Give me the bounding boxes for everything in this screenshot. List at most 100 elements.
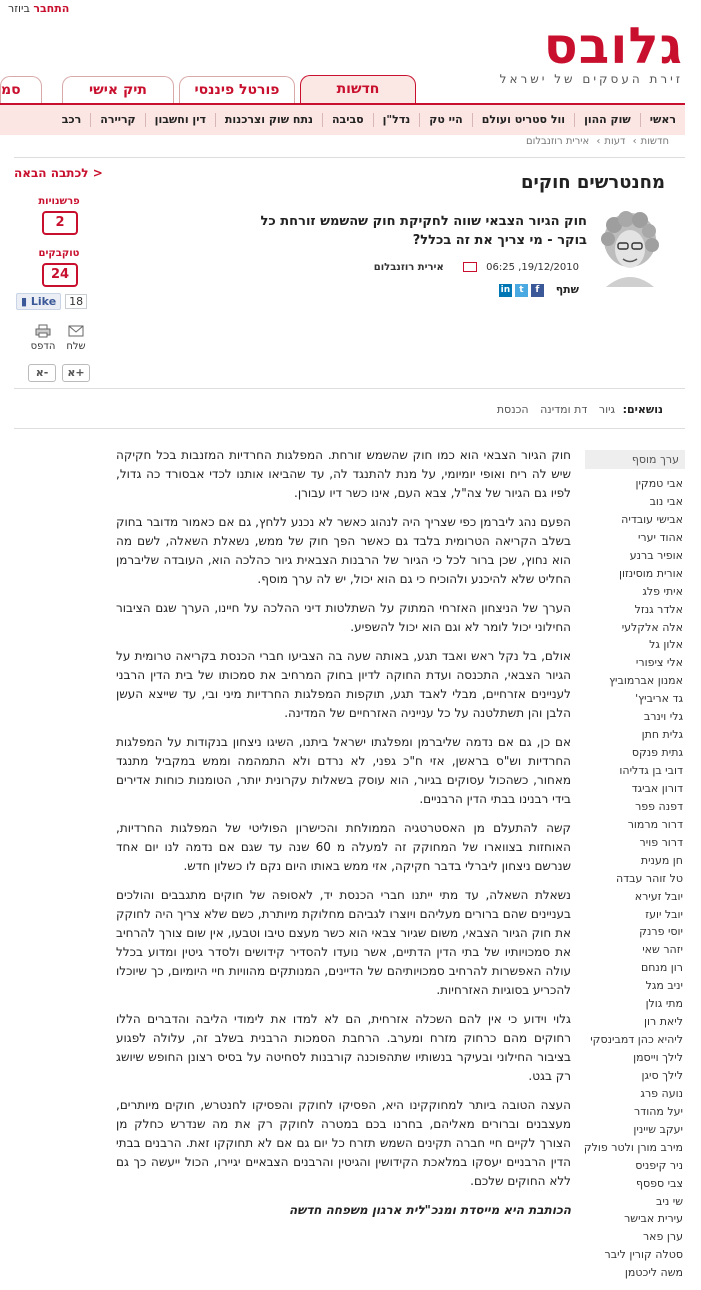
sidebar-columnist-link[interactable]: לילך וייסמן — [585, 1049, 685, 1067]
sidebar-columnist-link[interactable]: יעקב שיינין — [585, 1121, 685, 1139]
tab-financial-portal[interactable]: פורטל פיננסי — [179, 76, 295, 103]
sidebar-columnist-link[interactable]: אבי נוב — [585, 493, 685, 511]
sidebar-columnist-link[interactable]: גד אריביץ' — [585, 690, 685, 708]
sidebar-columnist-link[interactable]: אבי טמקין — [585, 475, 685, 493]
sidebar-columnist-link[interactable]: גתית פנקס — [585, 744, 685, 762]
sidebar-columnist-link[interactable]: חן מענית — [585, 852, 685, 870]
like-button[interactable]: ▮ Like — [16, 293, 62, 310]
tab-personal-portfolio[interactable]: תיק אישי — [62, 76, 174, 103]
author-avatar — [596, 207, 663, 287]
author-link[interactable]: אירית רוזנבלום — [374, 262, 444, 273]
nav-item-career[interactable]: קריירה — [90, 113, 144, 127]
top-links: התחבר ביוזר — [0, 2, 69, 15]
article-paragraph: גלוי וידוע כי אין להם השכלה אזרחית, הם ל… — [116, 1012, 571, 1083]
sidebar-columnist-link[interactable]: איתי פלג — [585, 583, 685, 601]
sidebar-columnist-link[interactable]: משה ליכטמן — [585, 1264, 685, 1282]
article-paragraph: נשאלת השאלה, עד מתי ייתנו חברי הכנסת יד,… — [116, 888, 571, 997]
sidebar-columnist-link[interactable]: גלי וינרב — [585, 708, 685, 726]
nav-item-environment[interactable]: סביבה — [321, 113, 373, 127]
globes-logo[interactable]: גלובס זירת העסקים של ישראל — [483, 17, 683, 86]
sidebar-columnist-link[interactable]: טל זוהר עבדה — [585, 870, 685, 888]
nav-item-accounting[interactable]: דין וחשבון — [144, 113, 215, 127]
article-paragraph: חוק הגיור הצבאי הוא כמו חוק שהשמש זורחת.… — [116, 448, 571, 500]
print-button[interactable]: הדפס — [30, 324, 56, 352]
breadcrumb-item[interactable]: אירית רוזנבלום — [526, 136, 589, 147]
sidebar-columnist-link[interactable]: יוסי פרנק — [585, 923, 685, 941]
columnists-sidebar: ערך מוסף אבי טמקין אבי נוב אבישי עובדיה אהו… — [584, 450, 685, 1282]
sidebar-columnist-link[interactable]: ניר קיפניס — [585, 1157, 685, 1175]
sidebar-columnist-link[interactable]: אלה אלקלעי — [585, 619, 685, 637]
talkbacks-label[interactable]: טוקבקים — [36, 248, 82, 259]
sidebar-columnist-link[interactable]: ליאת רון — [585, 1013, 685, 1031]
sidebar-columnist-link[interactable]: נועה פרג — [585, 1085, 685, 1103]
twitter-icon[interactable]: t — [514, 283, 528, 297]
sidebar-columnist-link[interactable]: רון מנחם — [585, 959, 685, 977]
talkbacks-count[interactable]: 24 — [42, 263, 78, 287]
nav-item-hightech[interactable]: היי טק — [419, 113, 471, 127]
sidebar-columnist-link[interactable]: אבישי עובדיה — [585, 511, 685, 529]
mail-icon[interactable] — [462, 262, 477, 272]
sidebar-columnist-link[interactable]: לילך סיגן — [585, 1067, 685, 1085]
facebook-icon[interactable]: f — [530, 283, 544, 297]
sidebar-columnist-link[interactable]: מתי גולן — [585, 995, 685, 1013]
like-label: Like — [30, 295, 57, 308]
nav-item-main[interactable]: ראשי — [639, 113, 685, 127]
sidebar-columnist-link[interactable]: ערן פאר — [585, 1228, 685, 1246]
sidebar-columnist-link[interactable]: דובי בן גדליהו — [585, 762, 685, 780]
sidebar-columnist-link[interactable]: אהוד יערי — [585, 529, 685, 547]
nav-item-capital-market[interactable]: שוק ההון — [574, 113, 640, 127]
nav-item-wall-street[interactable]: וול סטריט ועולם — [471, 113, 574, 127]
comments-count[interactable]: 2 — [42, 211, 78, 235]
sidebar-columnist-link[interactable]: אופיר ברנע — [585, 547, 685, 565]
comments-label[interactable]: פרשנויות — [36, 196, 82, 207]
article-paragraph: אולם, בל נקל ראש ואבד תגע, באותה שעה בה … — [116, 649, 571, 720]
sidebar-columnist-link[interactable]: אמנון אברמוביץ — [585, 672, 685, 690]
nav-item-market-share[interactable]: נתח שוק וצרכנות — [214, 113, 322, 127]
sidebar-columnist-link[interactable]: סטלה קורין ליבר — [585, 1246, 685, 1264]
font-increase-button[interactable]: א+ — [62, 364, 90, 382]
topics-bar: נושאים: גיור דת ומדינה הכנסת — [489, 403, 663, 416]
article-paragraph: אם כן, גם אם נדמה שליברמן ומפלגתו ישראל … — [116, 735, 571, 806]
logo-word: גלובס — [543, 17, 683, 75]
nav-item-realestate[interactable]: נדל"ן — [372, 113, 420, 127]
sidebar-columnist-link[interactable]: מירב מורן ולטר פולק — [584, 1139, 685, 1157]
breadcrumb-item[interactable]: דעות — [604, 136, 625, 147]
sidebar-columnist-link[interactable]: צבי ספסף — [585, 1175, 685, 1193]
divider — [14, 428, 685, 429]
sidebar-columnist-link[interactable]: גלית חתן — [585, 726, 685, 744]
sidebar-columnist-link[interactable]: דפנה פפר — [585, 798, 685, 816]
send-button[interactable]: שלח — [63, 324, 89, 352]
topic-link[interactable]: גיור — [599, 403, 615, 416]
register-link[interactable]: ביוזר — [8, 2, 30, 15]
sidebar-columnist-link[interactable]: עירית אבישר — [585, 1210, 685, 1228]
font-decrease-button[interactable]: א- — [28, 364, 56, 382]
linkedin-icon[interactable]: in — [498, 283, 512, 297]
sidebar-columnist-link[interactable]: יניב מגל — [585, 977, 685, 995]
sidebar-columnist-link[interactable]: יובל יועז — [585, 906, 685, 924]
breadcrumb-item[interactable]: חדשות — [641, 136, 669, 147]
login-link[interactable]: התחבר — [33, 2, 69, 15]
topic-link[interactable]: הכנסת — [497, 403, 529, 416]
sidebar-columnist-link[interactable]: שי ניב — [585, 1193, 685, 1211]
tab-partial[interactable]: סמ — [0, 76, 42, 103]
sidebar-columnist-link[interactable]: יובל זעירא — [585, 888, 685, 906]
tab-news[interactable]: חדשות — [300, 75, 416, 104]
sidebar-columnist-link[interactable]: אלון גל — [585, 636, 685, 654]
sidebar-columnist-link[interactable]: יעל מהודר — [585, 1103, 685, 1121]
sidebar-columnist-link[interactable]: אורית מוסינזון — [585, 565, 685, 583]
sidebar-heading: ערך מוסף — [585, 450, 685, 469]
sidebar-columnist-link[interactable]: אלי ציפורי — [585, 654, 685, 672]
nav-item-cars[interactable]: רכב — [53, 113, 91, 127]
article-meta: 19/12/2010, 06:25 אירית רוזנבלום — [374, 262, 579, 273]
page-title: מחנטרשים חוקים — [521, 172, 665, 193]
sidebar-columnist-link[interactable]: ליהיא כהן דמבינסקי — [585, 1031, 685, 1049]
article-paragraph: העצה הטובה ביותר למחוקקינו היא, הפסיקו ל… — [116, 1098, 571, 1188]
sidebar-columnist-link[interactable]: דורון אביגד — [585, 780, 685, 798]
next-article-link[interactable]: לכתבה הבאה > — [14, 166, 103, 180]
sidebar-columnist-link[interactable]: דרור מרמור — [585, 816, 685, 834]
topic-link[interactable]: דת ומדינה — [540, 403, 587, 416]
sidebar-columnist-link[interactable]: יזהר שאי — [585, 941, 685, 959]
sidebar-columnist-link[interactable]: דרור פויר — [585, 834, 685, 852]
article-paragraph: קשה להתעלם מן האסטרטגיה הממולחת והכישרון… — [116, 821, 571, 873]
sidebar-columnist-link[interactable]: אלדר גנזל — [585, 601, 685, 619]
